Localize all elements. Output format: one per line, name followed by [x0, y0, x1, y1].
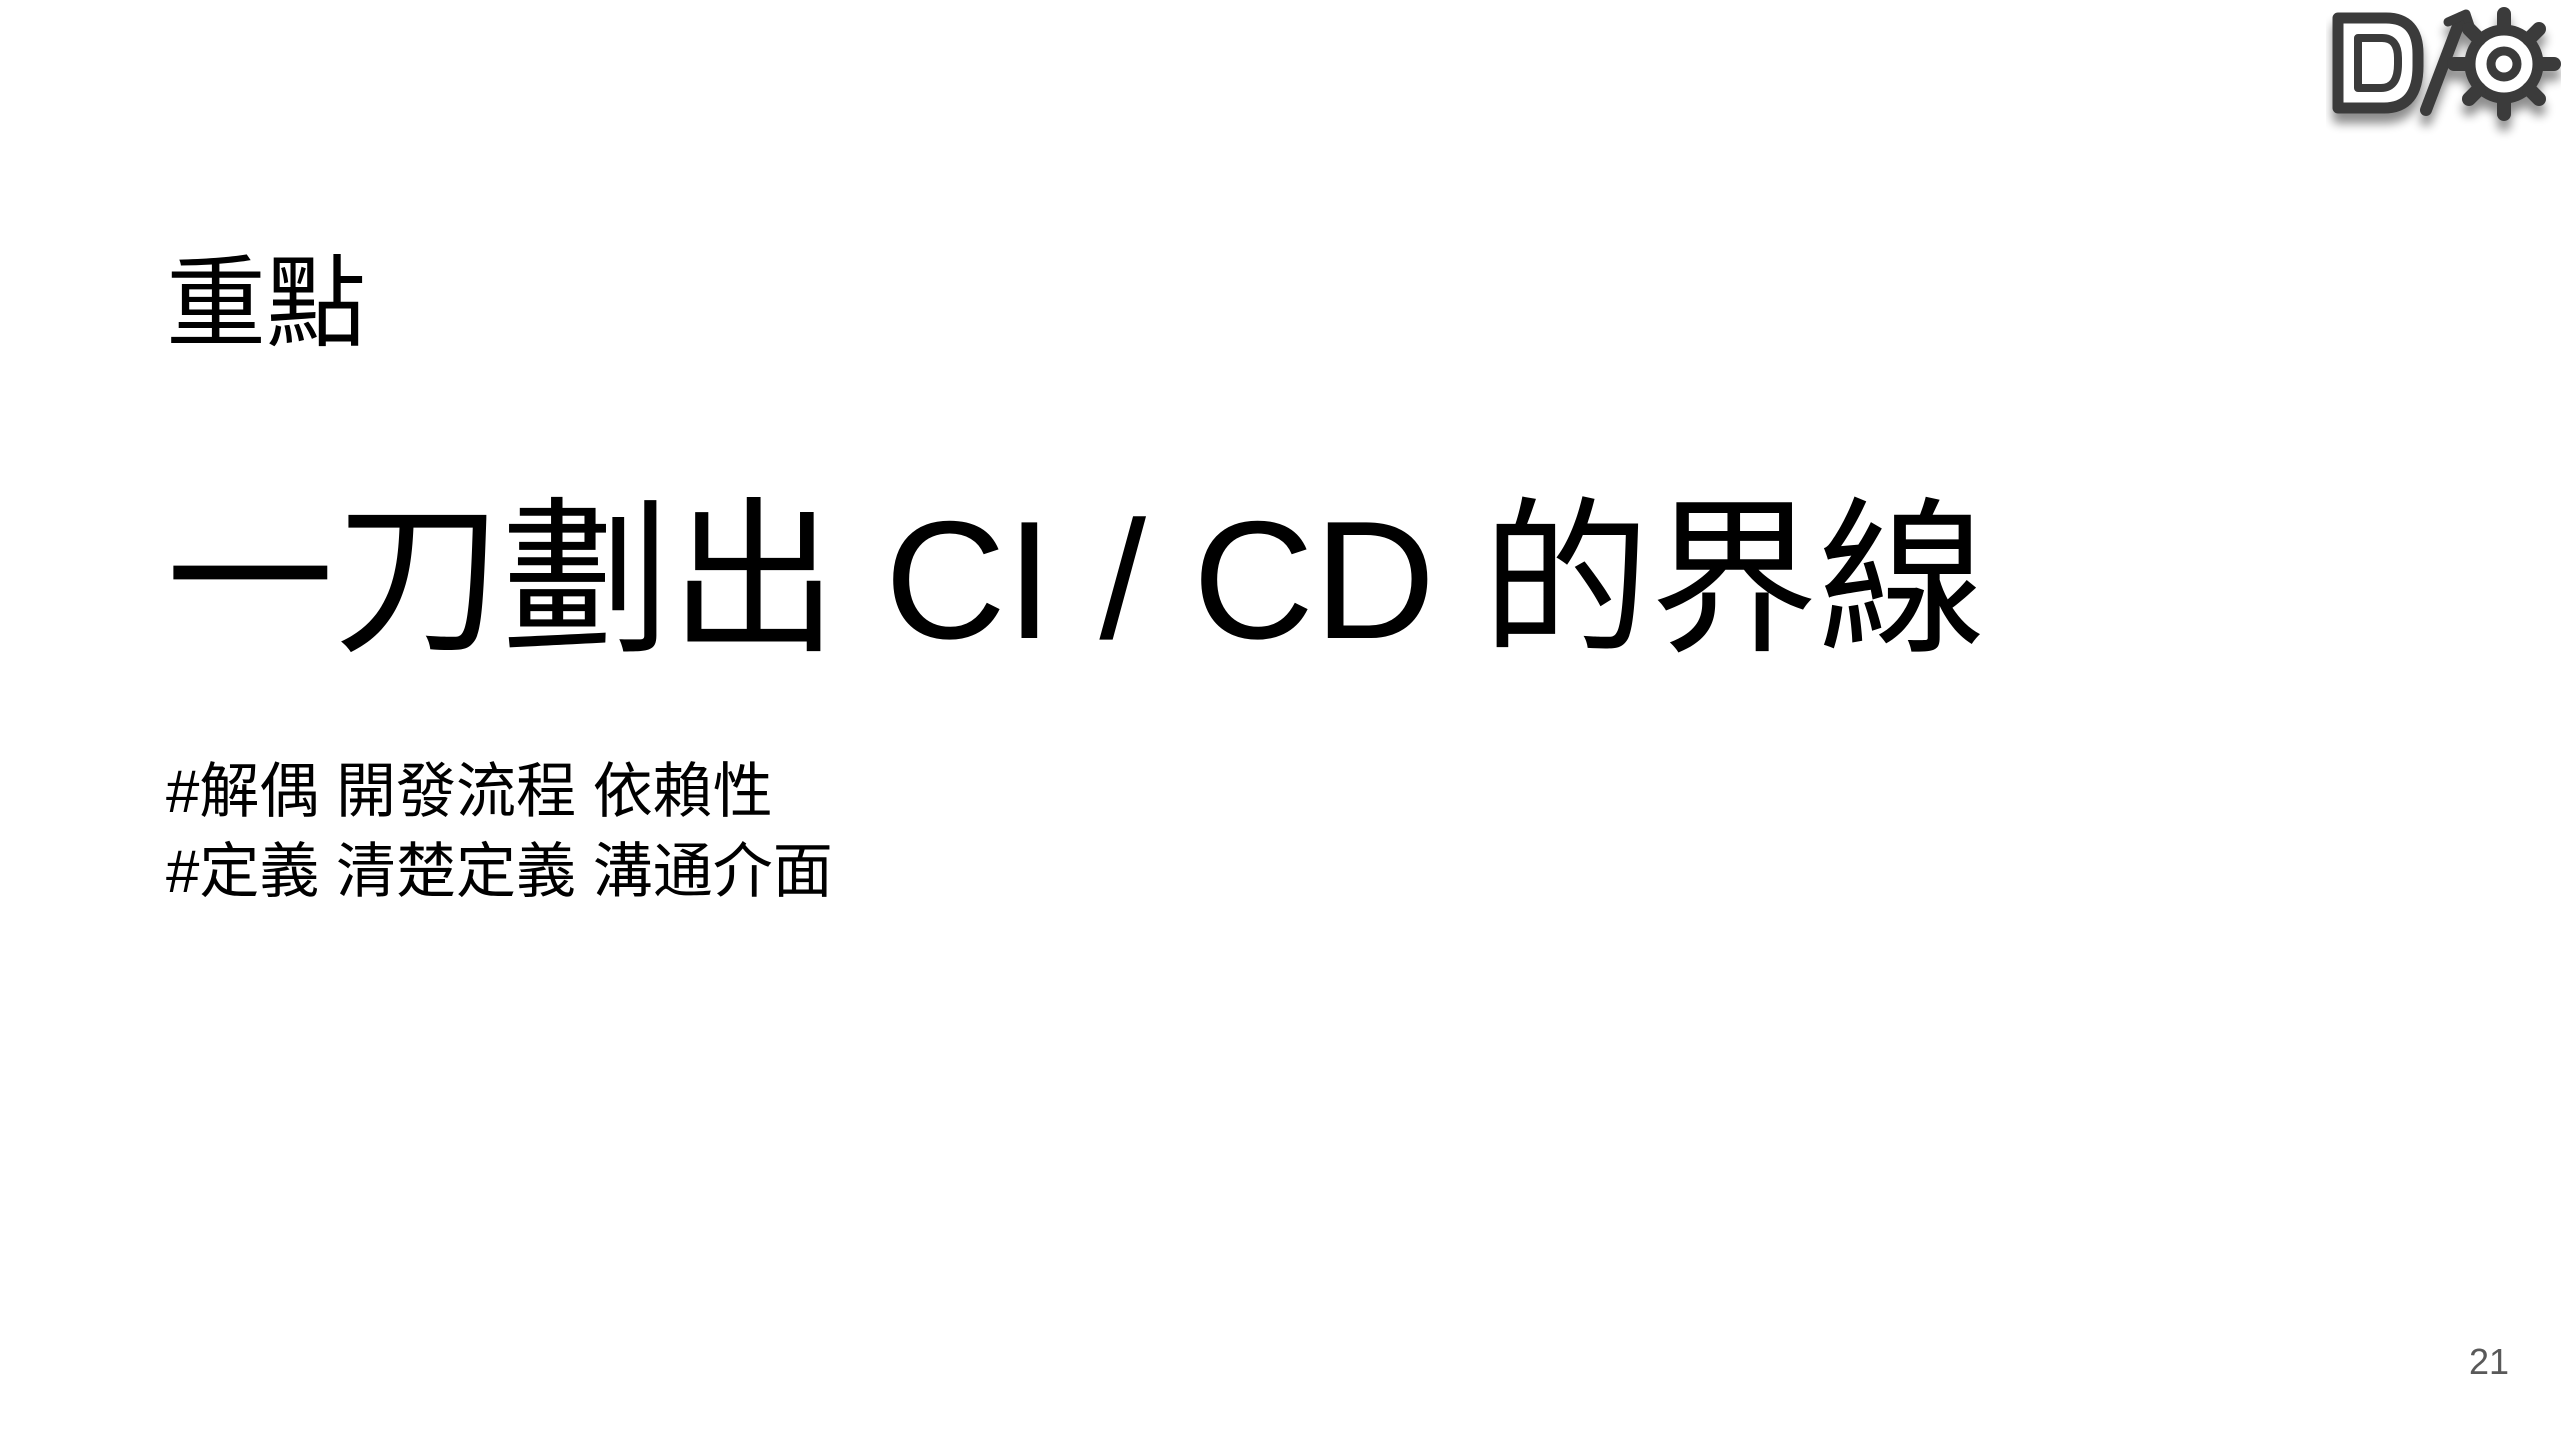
tag-line-decoupling: #解偶 開發流程 依賴性	[166, 758, 773, 825]
tag-list: #解偶 開發流程 依賴性 #定義 清楚定義 溝通介面	[166, 752, 833, 912]
tag-line-definition: #定義 清楚定義 溝通介面	[166, 838, 833, 905]
slide: 重點 一刀劃出 CI / CD 的界線 #解偶 開發流程 依賴性 #定義 清楚定…	[0, 0, 2561, 1441]
slide-kicker: 重點	[166, 248, 366, 360]
devops-logo-icon	[2326, 0, 2561, 170]
page-number: 21	[2468, 1341, 2509, 1382]
slide-title: 一刀劃出 CI / CD 的界線	[166, 486, 1987, 674]
